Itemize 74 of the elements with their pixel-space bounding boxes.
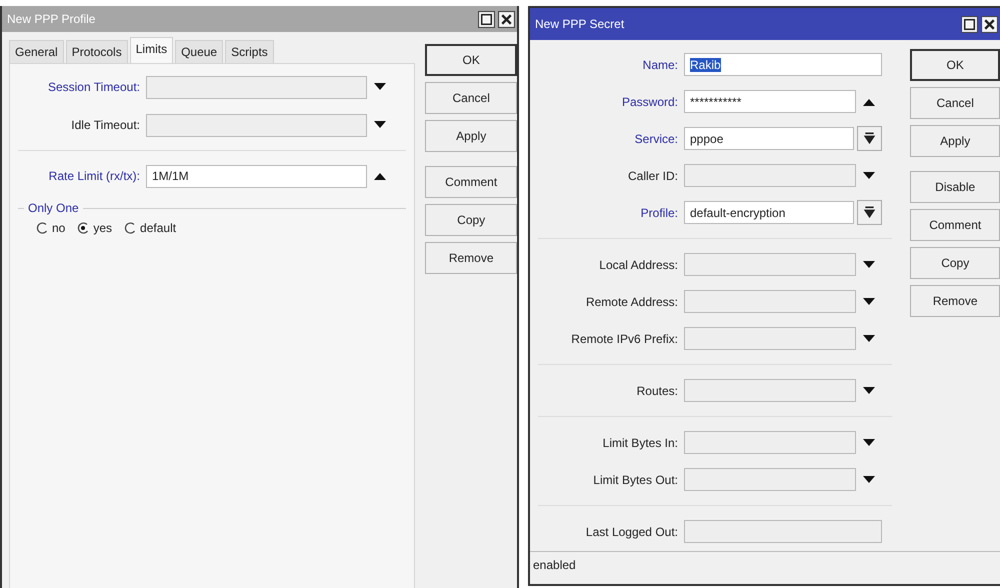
dropdown-icon[interactable] [857,200,882,225]
radio-icon[interactable] [36,222,48,234]
field-label: Last Logged Out: [584,524,679,538]
tab[interactable]: Limits [130,37,174,63]
down-arrow-icon[interactable] [863,438,875,446]
input-field[interactable] [146,114,367,136]
field-label: Limit Bytes Out: [592,472,679,486]
input-field[interactable] [684,290,856,313]
radio-icon[interactable] [124,222,136,234]
dialog-button[interactable]: Copy [910,247,1000,279]
field-label: Remote Address: [584,294,679,308]
input-field[interactable]: Rakib [684,53,882,76]
field-label: Caller ID: [626,168,679,182]
down-arrow-icon[interactable] [863,334,875,342]
down-arrow-icon[interactable] [863,298,875,306]
field-label: Name: [642,58,679,72]
dialog-button[interactable]: Apply [425,120,517,152]
maximize-icon[interactable] [961,16,978,32]
field-label: Routes: [636,384,679,398]
down-arrow-icon[interactable] [863,172,875,180]
input-field[interactable]: 1M/1M [146,164,367,188]
dialog-button[interactable]: OK [425,44,517,76]
radio-option[interactable]: yes [77,221,112,235]
down-arrow-icon[interactable] [863,386,875,394]
tab[interactable]: Protocols [66,40,128,63]
field-label: Profile: [640,206,679,220]
field-label: Service: [634,132,679,146]
tab[interactable]: Queue [175,40,224,63]
maximize-icon[interactable] [478,10,495,28]
input-field[interactable] [146,76,367,98]
input-field[interactable] [684,253,856,276]
dropdown-icon[interactable] [857,126,882,151]
window-title: New PPP Secret [535,17,624,31]
radio-icon[interactable] [77,222,90,234]
group-title: Only One [28,201,79,215]
down-arrow-icon[interactable] [863,476,875,484]
dialog-button[interactable]: Copy [425,204,517,236]
window-title: New PPP Profile [7,12,96,26]
dialog-button[interactable]: Remove [425,242,517,274]
dialog-button[interactable]: Disable [910,171,1000,203]
dialog-button[interactable]: Comment [425,166,517,198]
dialog-button[interactable]: OK [910,49,1000,81]
input-field[interactable] [684,520,882,543]
tab[interactable]: General [9,40,64,63]
down-arrow-icon[interactable] [863,260,875,268]
field-label: Remote IPv6 Prefix: [570,332,679,346]
up-arrow-icon[interactable] [374,172,386,180]
field-label: Rate Limit (rx/tx): [48,169,141,183]
field-label: Local Address: [598,258,679,272]
input-field[interactable] [684,327,856,350]
field-label: Password: [620,94,679,108]
field-label: Idle Timeout: [70,118,141,132]
close-icon[interactable] [498,10,515,28]
close-icon[interactable] [981,16,998,32]
down-arrow-icon[interactable] [374,83,386,91]
input-field[interactable] [684,431,856,454]
dialog-button[interactable]: Cancel [425,82,517,114]
dialog-button[interactable]: Comment [910,209,1000,241]
dialog-button[interactable]: Apply [910,125,1000,157]
input-field[interactable]: pppoe [684,127,854,150]
field-label: Session Timeout: [46,80,141,94]
input-field[interactable]: *********** [684,90,856,113]
up-arrow-icon[interactable] [863,98,875,106]
radio-option[interactable]: no [36,221,66,235]
input-field[interactable] [684,468,856,491]
down-arrow-icon[interactable] [374,121,386,129]
input-field[interactable] [684,379,856,402]
dialog-button[interactable]: Cancel [910,87,1000,119]
input-field[interactable] [684,164,856,187]
tab[interactable]: Scripts [225,40,274,63]
dialog-button[interactable]: Remove [910,285,1000,317]
field-label: Limit Bytes In: [602,436,679,450]
radio-option[interactable]: default [124,221,176,235]
input-field[interactable]: default-encryption [684,201,854,224]
